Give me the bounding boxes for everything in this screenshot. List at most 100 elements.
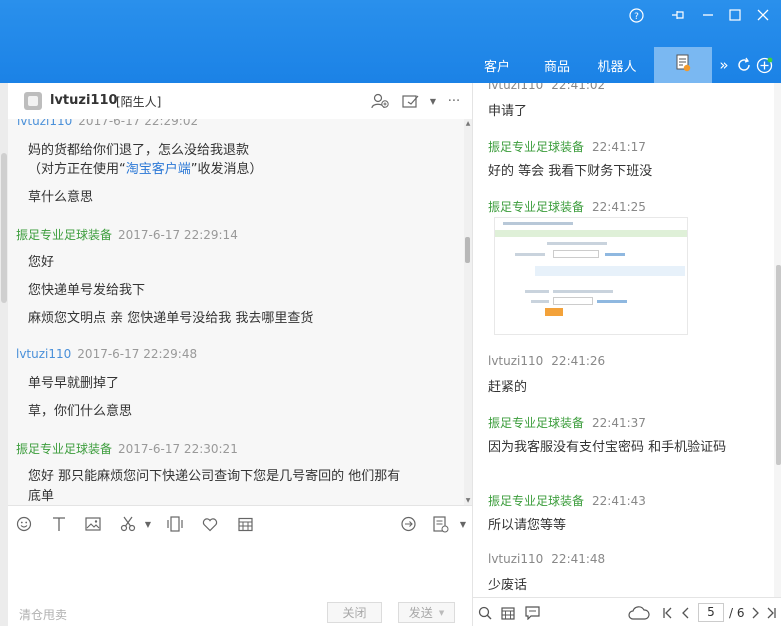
close-icon[interactable]	[752, 4, 774, 26]
message-text: 赶紧的	[488, 380, 528, 395]
message-sender: lvtuzi110 22:41:26	[488, 354, 605, 368]
left-scrollbar[interactable]	[0, 83, 8, 626]
close-button[interactable]: 关闭	[327, 602, 382, 623]
refresh-icon[interactable]	[734, 55, 754, 75]
date-icon[interactable]	[499, 604, 517, 622]
message-sender: 振足专业足球装备 22:41:43	[488, 492, 646, 509]
message-text: 您好	[28, 255, 55, 270]
message-sender: 振足专业足球装备 22:41:17	[488, 138, 646, 155]
chevron-down-icon[interactable]: ▼	[453, 514, 473, 534]
sender-name[interactable]: 振足专业足球装备	[16, 228, 112, 242]
message-text: 草，你们什么意思	[28, 404, 133, 419]
image-icon[interactable]	[83, 514, 103, 534]
message-sender: 振足专业足球装备 2017-6-17 22:29:14	[16, 226, 238, 243]
sender-name[interactable]: lvtuzi110	[16, 347, 71, 361]
message-sender: 振足专业足球装备 22:41:25	[488, 198, 646, 215]
message-time: 22:41:43	[592, 494, 646, 508]
message-sender: lvtuzi110 22:41:48	[488, 552, 605, 566]
search-icon[interactable]	[476, 604, 494, 622]
minimize-icon[interactable]	[697, 4, 719, 26]
message-text: 好的 等会 我看下财务下班没	[488, 164, 653, 179]
emoji-icon[interactable]	[14, 514, 34, 534]
message-input[interactable]	[8, 541, 472, 601]
client-note: （对方正在使用“淘宝客户端”收发消息）	[28, 162, 263, 177]
favorite-icon[interactable]	[200, 514, 220, 534]
quick-phrase-link[interactable]: 清仓甩卖	[19, 606, 67, 623]
message-time: 2017-6-17 22:29:02	[78, 119, 199, 128]
sender-name[interactable]: 振足专业足球装备	[488, 494, 584, 508]
screenshot-icon[interactable]	[118, 514, 138, 534]
send-bar: 清仓甩卖 关闭 发送 ▼	[8, 597, 472, 626]
message-text: 因为我客服没有支付宝密码 和手机验证码	[488, 440, 727, 455]
message-text: 您快递单号发给我下	[28, 283, 146, 298]
sender-name[interactable]: 振足专业足球装备	[488, 200, 584, 214]
message-time: 22:41:17	[592, 140, 646, 154]
pin-icon[interactable]	[667, 4, 689, 26]
message-sender: lvtuzi110 2017-6-17 22:29:02	[17, 119, 198, 128]
tab-products[interactable]: 商品	[536, 47, 578, 83]
history-scrollbar[interactable]	[774, 83, 781, 597]
client-link[interactable]: 淘宝客户端	[126, 162, 191, 177]
add-contact-icon[interactable]	[370, 91, 390, 111]
message-icon[interactable]	[523, 604, 541, 622]
font-icon[interactable]	[49, 514, 69, 534]
avatar[interactable]	[24, 92, 42, 110]
message-text: 底单	[28, 489, 55, 504]
sender-name[interactable]: lvtuzi110	[17, 119, 72, 128]
message-time: 22:41:25	[592, 200, 646, 214]
tab-customer[interactable]: 客户	[476, 47, 518, 83]
send-label: 发送	[408, 606, 433, 620]
chevron-down-icon[interactable]: ▼	[439, 609, 444, 617]
message-text: 单号早就删掉了	[28, 376, 120, 391]
last-page-icon[interactable]	[762, 604, 780, 622]
screenshot-image[interactable]	[494, 217, 688, 335]
sender-name[interactable]: lvtuzi110	[488, 83, 543, 92]
message-time: 22:41:37	[592, 416, 646, 430]
sender-name[interactable]: 振足专业足球装备	[488, 140, 584, 154]
page-input[interactable]: 5	[698, 603, 724, 622]
vibrate-icon[interactable]	[165, 514, 185, 534]
svg-text:?: ?	[634, 12, 639, 22]
message-sender: lvtuzi110 2017-6-17 22:29:48	[16, 347, 197, 361]
first-page-icon[interactable]	[659, 604, 677, 622]
contact-name[interactable]: lvtuzi110	[50, 93, 118, 108]
sender-name[interactable]: 振足专业足球装备	[16, 442, 112, 456]
chat-panel: lvtuzi110 [陌生人] ▼ ··· lvtuzi110 2017-6-17…	[0, 83, 472, 626]
message-text: 所以请您等等	[488, 518, 567, 533]
chevron-down-icon[interactable]: ▼	[423, 91, 443, 111]
message-text: 麻烦您文明点 亲 您快递单号没给我 我去哪里查货	[28, 311, 314, 326]
history-list[interactable]: lvtuzi110 22:41:02 申请了 振足专业足球装备 22:41:17 好…	[473, 83, 774, 597]
quick-reply-icon[interactable]	[398, 514, 418, 534]
calendar-icon[interactable]	[235, 514, 255, 534]
message-time: 22:41:48	[551, 552, 606, 566]
maximize-icon[interactable]	[724, 4, 746, 26]
message-time: 2017-6-17 22:30:21	[118, 442, 238, 456]
message-text: 妈的货都给你们退了，怎么没给我退款	[28, 143, 250, 158]
add-icon[interactable]	[754, 55, 774, 75]
message-text: 申请了	[488, 104, 528, 119]
tab-robot[interactable]: 机器人	[592, 47, 642, 83]
chat-header: lvtuzi110 [陌生人] ▼ ···	[8, 83, 472, 119]
input-toolbar: ▼ ▼	[8, 505, 472, 541]
message-scrollbar[interactable]: ▲ ▼	[464, 119, 472, 505]
sender-name[interactable]: lvtuzi110	[488, 552, 543, 566]
prev-page-icon[interactable]	[677, 604, 695, 622]
send-button[interactable]: 发送 ▼	[398, 602, 455, 623]
message-list[interactable]: lvtuzi110 2017-6-17 22:29:02 妈的货都给你们退了，怎么…	[8, 119, 464, 505]
contact-tag: [陌生人]	[116, 95, 162, 109]
message-sender: 振足专业足球装备 22:41:37	[488, 414, 646, 431]
cloud-icon[interactable]	[627, 604, 651, 622]
message-time: 2017-6-17 22:29:14	[118, 228, 238, 242]
transfer-icon[interactable]	[401, 91, 421, 111]
history-footer: 5 / 6	[473, 597, 781, 626]
more-icon[interactable]: ···	[444, 91, 464, 111]
sender-name[interactable]: lvtuzi110	[488, 354, 543, 368]
message-text: 草什么意思	[28, 190, 94, 205]
chevron-down-icon[interactable]: ▼	[138, 514, 158, 534]
expand-icon[interactable]: »	[714, 55, 734, 75]
template-icon[interactable]	[431, 514, 451, 534]
help-icon[interactable]: ?	[625, 4, 647, 26]
message-time: 22:41:26	[551, 354, 606, 368]
sender-name[interactable]: 振足专业足球装备	[488, 416, 584, 430]
tab-notes[interactable]	[654, 47, 712, 83]
